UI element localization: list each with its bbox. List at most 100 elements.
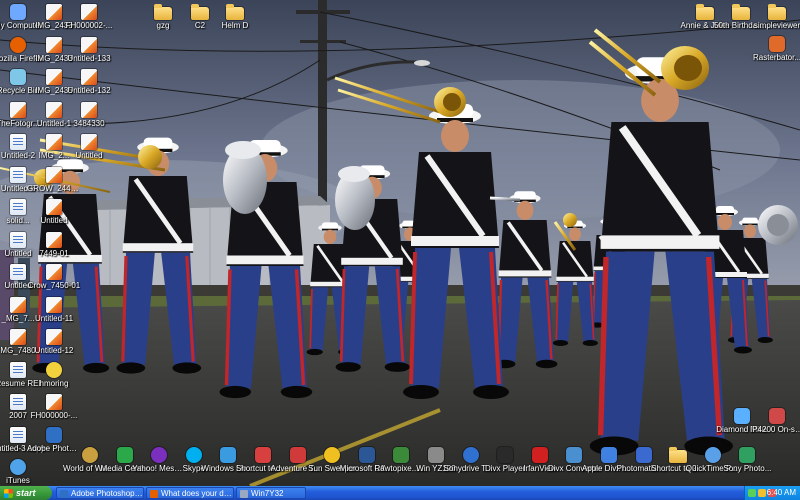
desktop-icon-label: Untitled-133 [67, 53, 111, 63]
image-icon [46, 296, 62, 313]
windows-flag-icon [4, 489, 13, 498]
folder-icon [669, 447, 688, 463]
desktop-icon-label: Sony Photo... [723, 464, 772, 473]
desktop-icon-label: simpleviewer [753, 21, 800, 30]
round-icon [704, 447, 721, 463]
app-icon [769, 408, 785, 424]
folder-icon [696, 4, 714, 20]
app-icon [601, 447, 617, 463]
taskbar-task-photoshop[interactable]: Adobe Photoshop - [... [56, 487, 144, 499]
desktop-icon-label: Untitled-132 [67, 86, 111, 95]
image-icon [10, 329, 26, 345]
desktop-icon-label: IP4200 On-scre... [750, 425, 800, 434]
app-icon [46, 426, 62, 443]
desktop-icon-label: iTunes [6, 476, 30, 485]
security-tray-icon[interactable] [758, 489, 766, 497]
image-icon [46, 36, 62, 53]
doc-icon [10, 166, 26, 183]
task-label: Win7Y32 [251, 489, 284, 498]
image-icon [46, 199, 62, 215]
desktop-icon-untitled-132[interactable]: Untitled-132 [62, 69, 116, 95]
clock[interactable]: 6:40 AM [767, 486, 796, 500]
app-icon [428, 447, 444, 463]
folder-icon [768, 4, 786, 20]
desktop-icon-label: Untitled [40, 216, 68, 225]
image-icon [81, 101, 97, 118]
app-icon [10, 4, 26, 20]
app-icon [566, 447, 583, 463]
task-label: What does your desk... [161, 489, 233, 498]
doc-icon [10, 426, 26, 443]
desktop-icon-simpleviewer[interactable]: simpleviewer [750, 4, 800, 30]
desktop-icon-untitled-133[interactable]: Untitled-133 [62, 36, 116, 63]
app-icon [497, 447, 514, 463]
desktop-icon-label: Untitled-12 [34, 346, 74, 355]
desktop-icon-sony-photo[interactable]: Sony Photo... [720, 447, 774, 473]
desktop-icon-label: hmoring [39, 378, 69, 388]
app-icon [769, 36, 785, 52]
desktop-icon-label: 7449-01 [39, 248, 69, 258]
desktop: My ComputerMozilla FirefoxRecycle BinThe… [0, 0, 800, 486]
round-icon [82, 447, 98, 463]
taskbar-task-firefox[interactable]: What does your desk... [146, 487, 234, 499]
app-icon [116, 447, 133, 463]
desktop-icon-crow-7450-01[interactable]: Crow_7450-01 [27, 264, 81, 290]
desktop-icon-untitled[interactable]: Untitled [27, 199, 81, 225]
desktop-icon-fh000002[interactable]: FH000002-... [62, 4, 116, 30]
app-icon [255, 447, 271, 463]
system-tray: 6:40 AM [744, 486, 800, 500]
round-icon [462, 447, 479, 463]
folder-icon [732, 4, 750, 20]
image-icon [46, 264, 62, 280]
image-icon [81, 134, 97, 150]
desktop-icon-untitled-11[interactable]: Untitled-11 [27, 296, 81, 323]
desktop-icon-label: FH000002-... [65, 21, 113, 30]
task-label: Adobe Photoshop - [... [71, 489, 144, 498]
image-icon [10, 101, 26, 118]
desktop-icon-ip4200-on-scre[interactable]: IP4200 On-scre... [750, 408, 800, 434]
image-icon [10, 296, 26, 313]
desktop-icon-hmoring[interactable]: hmoring [27, 361, 81, 388]
image-icon [46, 101, 62, 118]
taskbar: start Adobe Photoshop - [... What does y… [0, 486, 800, 500]
photoshop-icon [60, 490, 68, 498]
folder-icon [191, 4, 209, 20]
window-icon [240, 490, 248, 498]
doc-icon [10, 361, 26, 378]
doc-icon [10, 134, 26, 150]
image-icon [46, 134, 62, 150]
doc-icon [10, 231, 26, 248]
desktop-icon-label: Crow_7450-01 [27, 281, 81, 290]
image-icon [46, 394, 62, 410]
desktop-icon-grow-2448-01[interactable]: GROW_2448-01 [27, 166, 81, 193]
desktop-icon-untitled-12[interactable]: Untitled-12 [27, 329, 81, 355]
folder-icon [154, 4, 172, 20]
desktop-icon-fh000000[interactable]: FH000000-... [27, 394, 81, 420]
doc-icon [10, 264, 26, 280]
desktop-icon-itunes[interactable]: iTunes [0, 459, 45, 485]
desktop-icon-rasterbator[interactable]: Rasterbator... [750, 36, 800, 62]
app-icon [739, 447, 756, 463]
desktop-icon-7449-01[interactable]: 7449-01 [27, 231, 81, 258]
app-icon [734, 408, 750, 424]
desktop-icon-helm-d[interactable]: Helm D [208, 4, 262, 30]
network-tray-icon[interactable] [748, 489, 756, 497]
desktop-icon-label: Untitled-11 [34, 313, 74, 323]
round-icon [10, 459, 26, 475]
app-icon [531, 447, 548, 463]
image-icon [46, 4, 62, 20]
image-icon [46, 69, 62, 85]
desktop-icon-3484330[interactable]: 3484330 [62, 101, 116, 128]
taskbar-task-win7y32[interactable]: Win7Y32 [236, 487, 306, 499]
desktop-icon-label: 3484330 [73, 118, 105, 128]
app-icon [635, 447, 652, 463]
start-button[interactable]: start [0, 486, 52, 500]
desktop-icon-untitled[interactable]: Untitled [62, 134, 116, 160]
doc-icon [10, 199, 26, 215]
round-icon [324, 447, 341, 463]
app-icon [289, 447, 306, 463]
desktop-icon-label: Untitled [75, 151, 103, 160]
desktop-icon-label: FH000000-... [30, 411, 78, 420]
image-icon [46, 231, 62, 248]
firefox-icon [150, 490, 158, 498]
